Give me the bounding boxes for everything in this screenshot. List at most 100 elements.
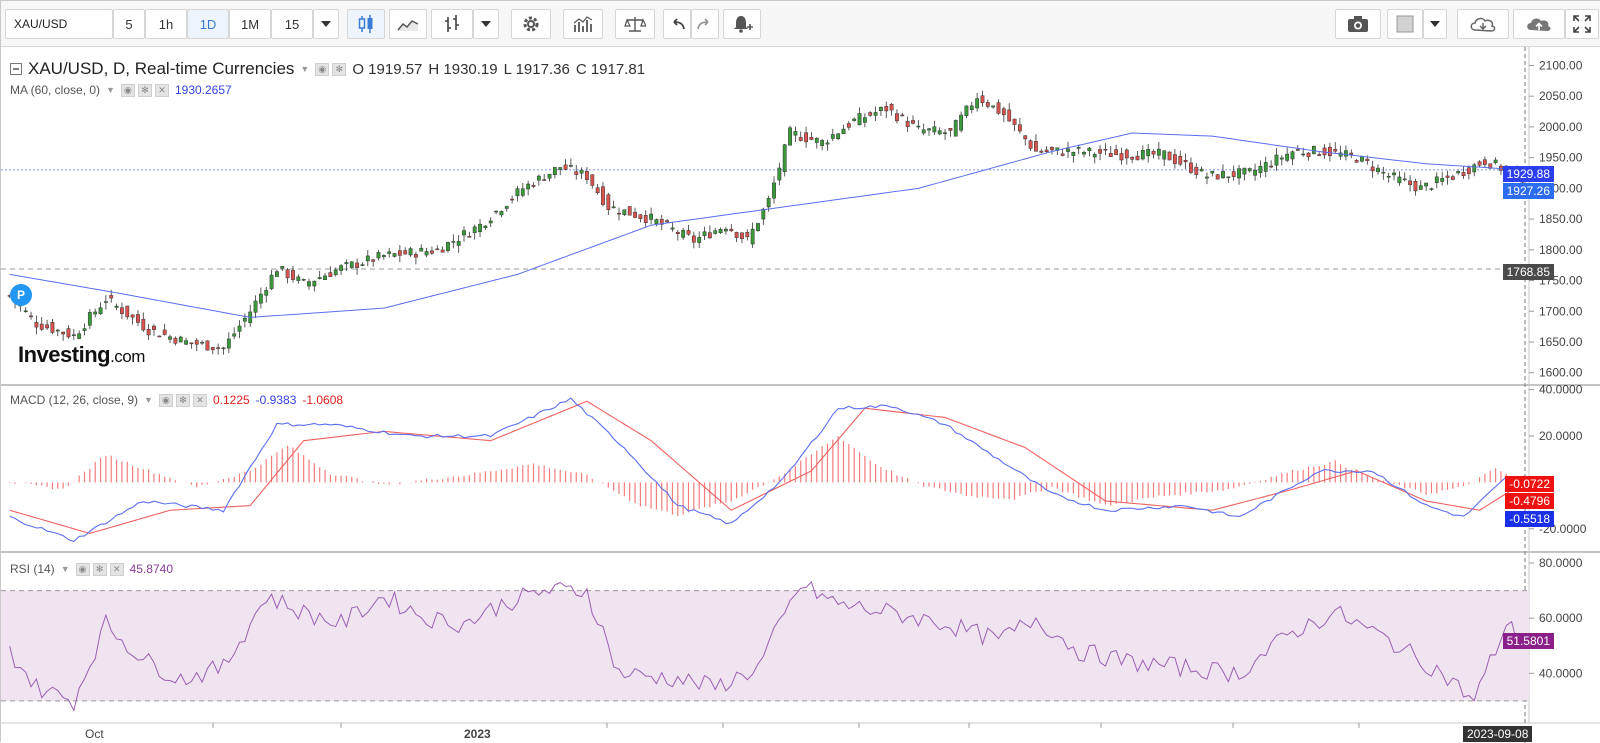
candle-body (921, 129, 926, 134)
collapse-icon[interactable] (10, 63, 22, 75)
candle-body (1333, 149, 1338, 152)
candle-body (547, 173, 552, 179)
candle-body (862, 117, 867, 123)
candle-body (900, 114, 905, 117)
candle-body (638, 214, 643, 219)
candle-body (499, 211, 504, 216)
close-icon[interactable]: ✕ (154, 83, 169, 97)
candle-body (226, 338, 231, 349)
candle-body (1226, 176, 1231, 179)
eye-icon[interactable]: ◉ (75, 562, 90, 576)
candle-body (365, 255, 370, 262)
candle-body (1418, 185, 1423, 190)
candle-body (1023, 135, 1028, 140)
close-icon[interactable]: ✕ (192, 393, 207, 407)
candle-body (665, 220, 670, 223)
candle-body (1434, 176, 1439, 184)
pattern-marker[interactable]: P (10, 284, 32, 306)
candle-body (873, 112, 878, 116)
candle-body (691, 235, 696, 243)
candle-body (333, 269, 338, 276)
candle-body (312, 280, 317, 287)
candle-body (568, 165, 573, 167)
candle-body (1178, 155, 1183, 165)
candle-body (627, 206, 632, 216)
candle-body (1466, 167, 1471, 174)
gear-icon[interactable]: ✻ (92, 562, 107, 576)
candle-body (285, 269, 290, 279)
candle-body (189, 342, 194, 345)
candle-body (1349, 152, 1354, 155)
candle-body (1285, 153, 1290, 161)
candle-body (1124, 149, 1129, 159)
y-axis-tick-label: 1800.00 (1539, 243, 1583, 257)
candle-body (996, 102, 1001, 114)
eye-icon[interactable]: ◉ (120, 83, 135, 97)
y-axis-tick-label: 20.0000 (1539, 429, 1583, 443)
candle-body (1450, 176, 1455, 180)
legend-controls: ◉ ✻ ✕ (158, 393, 207, 407)
y-axis-tick-label: 60.0000 (1539, 611, 1583, 625)
chevron-down-icon[interactable]: ▼ (61, 564, 70, 574)
symbol-title: XAU/USD, D, Real-time Currencies (28, 59, 295, 78)
candle-body (1242, 167, 1247, 175)
candle-body (413, 254, 418, 258)
chart-canvas[interactable]: 2100.002050.002000.001950.001900.001850.… (1, 1, 1600, 743)
candle-body (552, 167, 557, 176)
candle-body (879, 106, 883, 111)
eye-icon[interactable]: ◉ (315, 62, 330, 76)
ohlc-open: O 1919.57 (352, 60, 423, 78)
candle-body (932, 126, 937, 133)
candle-body (242, 317, 247, 322)
ma-value: 1930.2657 (174, 83, 232, 97)
chevron-down-icon[interactable]: ▼ (144, 395, 153, 405)
candle-body (1258, 165, 1263, 174)
candle-body (937, 130, 942, 135)
chevron-down-icon[interactable]: ▼ (300, 64, 309, 74)
eye-icon[interactable]: ◉ (158, 393, 173, 407)
candle-body (1295, 149, 1300, 151)
candle-body (964, 105, 969, 117)
rsi-legend: RSI (14) ▼ ◉ ✻ ✕ 45.8740 (10, 562, 173, 576)
candle-body (1493, 159, 1498, 164)
candle-body (430, 250, 434, 254)
candle-body (173, 337, 178, 344)
candle-body (403, 250, 408, 255)
candle-body (397, 250, 402, 256)
candle-body (1167, 151, 1172, 161)
chevron-down-icon[interactable]: ▼ (106, 85, 115, 95)
candle-body (1231, 171, 1236, 177)
candle-body (750, 228, 755, 245)
candle-body (1327, 146, 1332, 157)
candle-body (307, 281, 311, 287)
candle-body (959, 114, 964, 131)
candle-body (542, 179, 547, 181)
gear-icon[interactable]: ✻ (332, 62, 347, 76)
close-icon[interactable]: ✕ (109, 562, 124, 576)
candle-body (1082, 152, 1086, 155)
candle-body (830, 134, 835, 139)
candle-body (1392, 172, 1396, 176)
candle-body (804, 132, 808, 143)
candle-body (45, 324, 49, 329)
candle-body (702, 231, 707, 236)
candle-body (868, 112, 873, 116)
candle-body (216, 347, 221, 349)
candle-body (1060, 153, 1065, 156)
gear-icon[interactable]: ✻ (137, 83, 152, 97)
candle-body (360, 264, 365, 266)
legend-controls: ◉ ✻ ✕ (120, 83, 169, 97)
macd-label: MACD (12, 26, close, 9) (10, 393, 139, 407)
candle-body (264, 290, 269, 296)
candle-body (756, 223, 760, 232)
gear-icon[interactable]: ✻ (175, 393, 190, 407)
candle-body (766, 198, 771, 208)
candle-body (809, 137, 814, 140)
candle-body (841, 128, 846, 135)
candle-body (66, 328, 71, 338)
candle-body (472, 226, 477, 233)
candle-body (1140, 150, 1145, 160)
candle-body (969, 105, 974, 110)
y-axis-tick-label: 80.0000 (1539, 556, 1583, 570)
candle-body (146, 328, 151, 336)
